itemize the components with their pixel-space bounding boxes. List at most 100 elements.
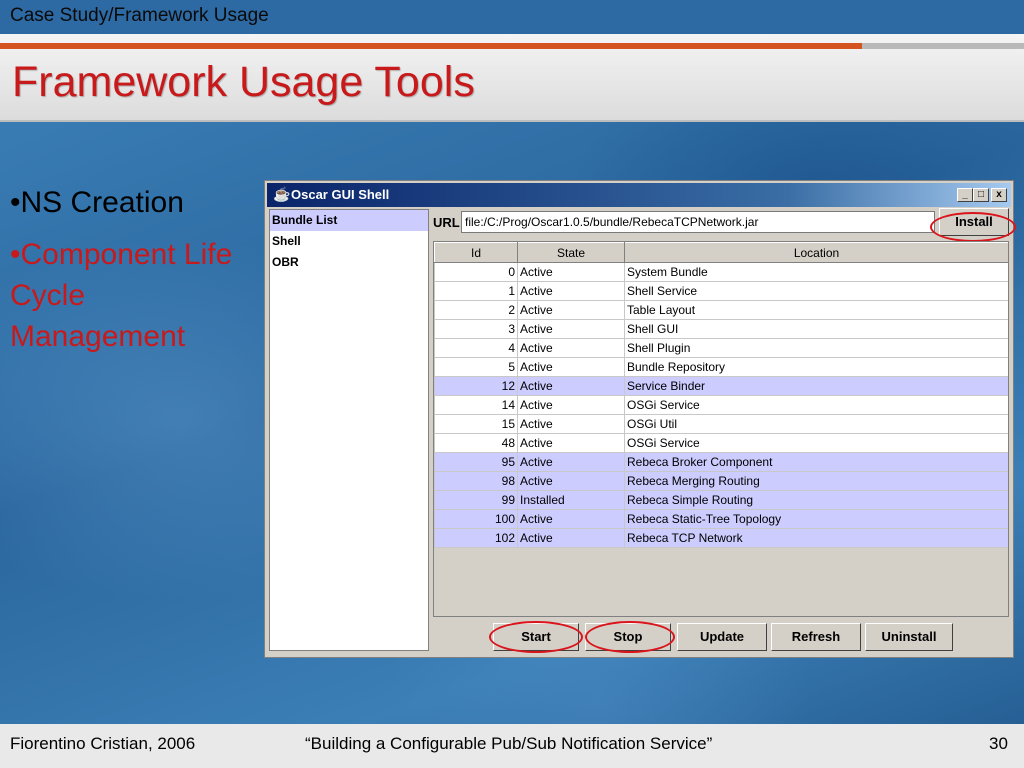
table-row[interactable]: 98 Active Rebeca Merging Routing (434, 471, 1008, 491)
cell-state: Active (517, 338, 625, 358)
cell-id: 102 (434, 528, 518, 548)
cell-id: 48 (434, 433, 518, 453)
cell-state: Active (517, 452, 625, 472)
cell-state: Active (517, 376, 625, 396)
cell-location: Rebeca TCP Network (624, 528, 1008, 548)
cell-state: Active (517, 300, 625, 320)
table-row[interactable]: 100 Active Rebeca Static-Tree Topology (434, 509, 1008, 529)
update-button[interactable]: Update (677, 623, 767, 651)
cell-location: Bundle Repository (624, 357, 1008, 377)
column-header-state[interactable]: State (517, 242, 625, 263)
cell-state: Active (517, 262, 625, 282)
list-item-bundle-list[interactable]: Bundle List (270, 210, 428, 231)
bullet-ns-creation: •NS Creation (10, 186, 184, 219)
table-row[interactable]: 15 Active OSGi Util (434, 414, 1008, 434)
refresh-label: Refresh (791, 629, 841, 644)
stop-label: Stop (613, 629, 643, 644)
cell-state: Active (517, 528, 625, 548)
cell-state: Active (517, 319, 625, 339)
cell-id: 3 (434, 319, 518, 339)
cell-state: Active (517, 433, 625, 453)
cell-id: 95 (434, 452, 518, 472)
uninstall-label: Uninstall (881, 629, 937, 644)
cell-state: Active (517, 395, 625, 415)
bundle-table-container: Id State Location 0 Active System Bundle 1 A… (433, 241, 1009, 617)
table-row[interactable]: 1 Active Shell Service (434, 281, 1008, 301)
footer-author: Fiorentino Cristian, 2006 (10, 734, 196, 753)
maximize-button[interactable]: □ (973, 188, 989, 202)
table-row[interactable]: 5 Active Bundle Repository (434, 357, 1008, 377)
plugin-list: Bundle List Shell OBR (269, 209, 429, 651)
cell-id: 15 (434, 414, 518, 434)
start-label: Start (521, 629, 551, 644)
cell-state: Installed (517, 490, 625, 510)
cell-state: Active (517, 281, 625, 301)
java-cup-icon: ☕ (273, 186, 291, 202)
cell-location: Table Layout (624, 300, 1008, 320)
cell-location: Shell Service (624, 281, 1008, 301)
bundle-table: Id State Location 0 Active System Bundle 1 A… (434, 242, 1008, 548)
cell-id: 5 (434, 357, 518, 377)
slide-footer: Fiorentino Cristian, 2006 “Building a Co… (0, 724, 1024, 768)
table-row[interactable]: 12 Active Service Binder (434, 376, 1008, 396)
uninstall-button[interactable]: Uninstall (865, 623, 953, 651)
oscar-gui-window: ☕ Oscar GUI Shell _ □ x Bundle List Shel… (264, 180, 1016, 658)
install-button[interactable]: Install (939, 208, 1009, 236)
accent-line (0, 43, 862, 49)
update-label: Update (699, 629, 745, 644)
cell-id: 98 (434, 471, 518, 491)
bullet-list: •NS Creation •Component Life Cycle Manag… (10, 186, 255, 357)
cell-location: OSGi Util (624, 414, 1008, 434)
table-row[interactable]: 0 Active System Bundle (434, 262, 1008, 282)
slide-top-bar: Case Study/Framework Usage (0, 0, 1024, 34)
table-row[interactable]: 48 Active OSGi Service (434, 433, 1008, 453)
bullet-component-lifecycle: •Component Life Cycle Management (10, 238, 233, 353)
cell-id: 0 (434, 262, 518, 282)
cell-location: Rebeca Broker Component (624, 452, 1008, 472)
minimize-button[interactable]: _ (957, 188, 973, 202)
cell-state: Active (517, 509, 625, 529)
cell-id: 1 (434, 281, 518, 301)
table-row[interactable]: 95 Active Rebeca Broker Component (434, 452, 1008, 472)
cell-location: Service Binder (624, 376, 1008, 396)
column-header-location[interactable]: Location (624, 242, 1008, 263)
cell-location: System Bundle (624, 262, 1008, 282)
table-row[interactable]: 3 Active Shell GUI (434, 319, 1008, 339)
footer-talk-title: “Building a Configurable Pub/Sub Notific… (305, 734, 713, 753)
url-label: URL (433, 215, 460, 230)
close-button[interactable]: x (991, 188, 1007, 202)
cell-state: Active (517, 471, 625, 491)
cell-id: 12 (434, 376, 518, 396)
cell-location: Shell GUI (624, 319, 1008, 339)
table-row[interactable]: 99 Installed Rebeca Simple Routing (434, 490, 1008, 510)
footer-page-number: 30 (989, 734, 1008, 753)
cell-location: Shell Plugin (624, 338, 1008, 358)
list-item-shell[interactable]: Shell (270, 231, 428, 252)
stop-button[interactable]: Stop (585, 623, 671, 651)
refresh-button[interactable]: Refresh (771, 623, 861, 651)
cell-id: 14 (434, 395, 518, 415)
cell-state: Active (517, 414, 625, 434)
accent-line-gray (862, 43, 1024, 49)
cell-location: OSGi Service (624, 433, 1008, 453)
table-row[interactable]: 2 Active Table Layout (434, 300, 1008, 320)
cell-state: Active (517, 357, 625, 377)
cell-location: Rebeca Static-Tree Topology (624, 509, 1008, 529)
start-button[interactable]: Start (493, 623, 579, 651)
cell-location: OSGi Service (624, 395, 1008, 415)
cell-id: 100 (434, 509, 518, 529)
list-item-obr[interactable]: OBR (270, 252, 428, 273)
cell-location: Rebeca Simple Routing (624, 490, 1008, 510)
cell-location: Rebeca Merging Routing (624, 471, 1008, 491)
slide-title: Framework Usage Tools (12, 58, 475, 106)
cell-id: 2 (434, 300, 518, 320)
column-header-id[interactable]: Id (434, 242, 518, 263)
window-titlebar[interactable]: ☕ Oscar GUI Shell _ □ x (267, 183, 1011, 207)
table-row[interactable]: 4 Active Shell Plugin (434, 338, 1008, 358)
cell-id: 4 (434, 338, 518, 358)
table-row[interactable]: 102 Active Rebeca TCP Network (434, 528, 1008, 548)
url-input[interactable] (461, 211, 935, 233)
table-row[interactable]: 14 Active OSGi Service (434, 395, 1008, 415)
window-title: Oscar GUI Shell (291, 187, 390, 202)
slide-section: Case Study/Framework Usage (10, 5, 269, 26)
